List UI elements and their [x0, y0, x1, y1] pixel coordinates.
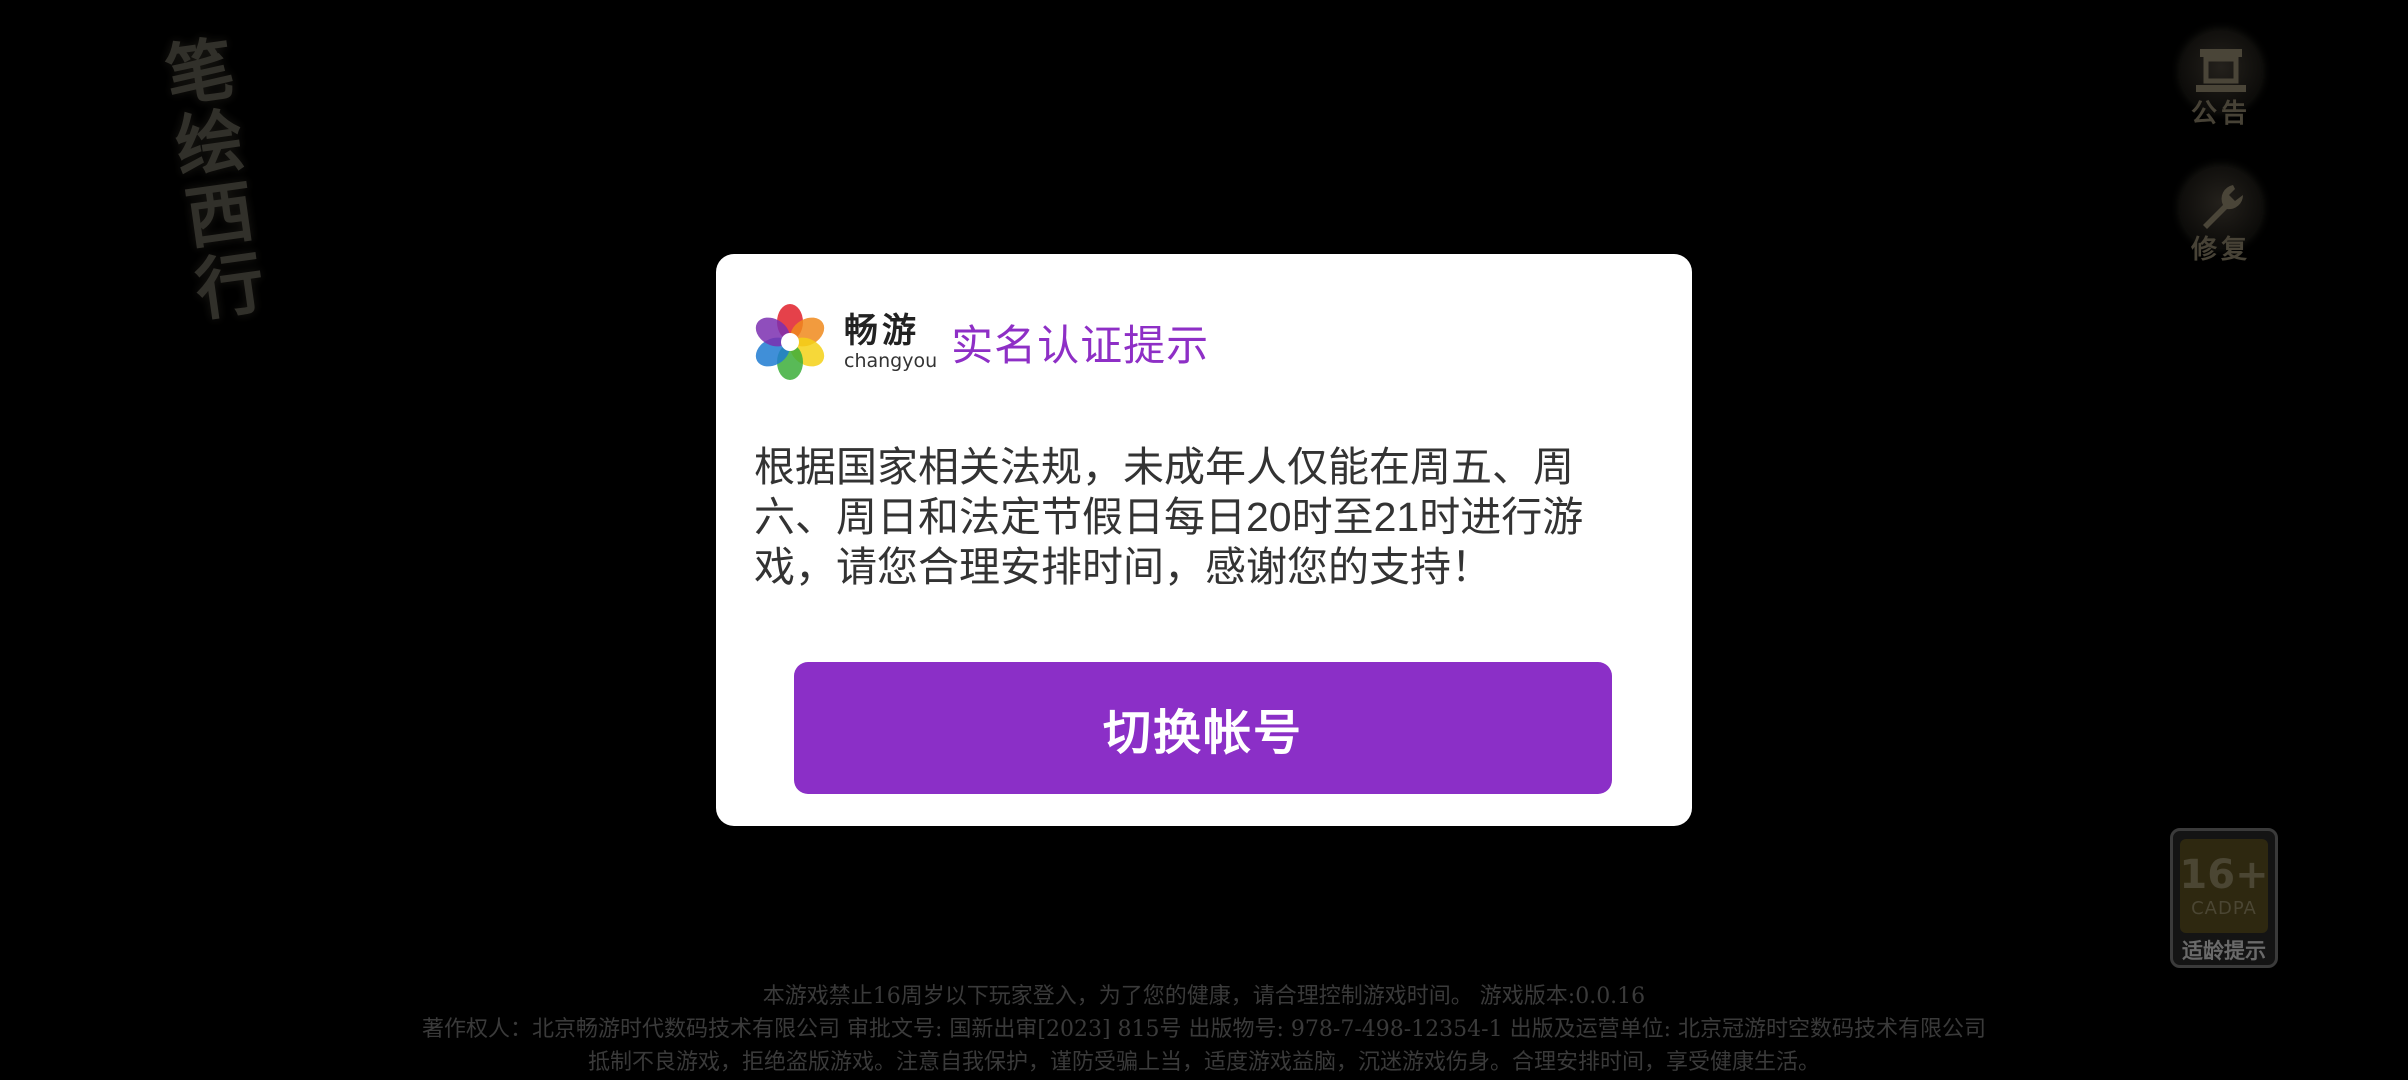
footer-line: 抵制不良游戏，拒绝盗版游戏。注意自我保护，谨防受骗上当，适度游戏益脑，沉迷游戏伤… [587, 1050, 1820, 1075]
real-name-verification-dialog: 畅游 changyou 实名认证提示 根据国家相关法规，未成年人仅能在周五、周六… [716, 254, 1692, 826]
age-rating-tip: 适龄提示 [2182, 939, 2266, 963]
repair-button[interactable]: 修复 [2176, 160, 2266, 270]
age-rating-plate: 16+ CADPA [2179, 839, 2269, 933]
brand-name-cn: 畅游 [844, 311, 920, 351]
announcement-label: 公告 [2190, 99, 2251, 129]
age-rating-badge[interactable]: 16+ CADPA 适龄提示 [2170, 828, 2278, 968]
brand-name-en: changyou [844, 350, 938, 372]
age-rating-org: CADPA [2191, 898, 2257, 919]
game-title-char: 行 [190, 242, 270, 332]
repair-label: 修复 [2190, 235, 2251, 265]
dialog-title: 实名认证提示 [951, 320, 1210, 370]
dialog-message: 根据国家相关法规，未成年人仅能在周五、周六、周日和法定节假日每日20时至21时进… [754, 444, 1584, 590]
dialog-header: 畅游 changyou 实名认证提示 [746, 296, 1209, 388]
legal-footer: 本游戏禁止16周岁以下玩家登入，为了您的健康，请合理控制游戏时间。 游戏版本:0… [0, 980, 2408, 1079]
game-title-logo: 笔 绘 西 行 [120, 21, 310, 339]
switch-account-button[interactable]: 切换帐号 [794, 662, 1612, 794]
footer-line: 著作权人：北京畅游时代数码技术有限公司 审批文号: 国新出审[2023] 815… [421, 1017, 1987, 1042]
announcement-button[interactable]: 公告 [2176, 24, 2266, 134]
changyou-logo-icon [755, 304, 825, 380]
logo-center [781, 333, 799, 351]
brand-wordmark: 畅游 changyou [844, 312, 937, 372]
age-rating-number: 16+ [2179, 852, 2269, 898]
footer-line: 本游戏禁止16周岁以下玩家登入，为了您的健康，请合理控制游戏时间。 游戏版本:0… [762, 984, 1646, 1009]
